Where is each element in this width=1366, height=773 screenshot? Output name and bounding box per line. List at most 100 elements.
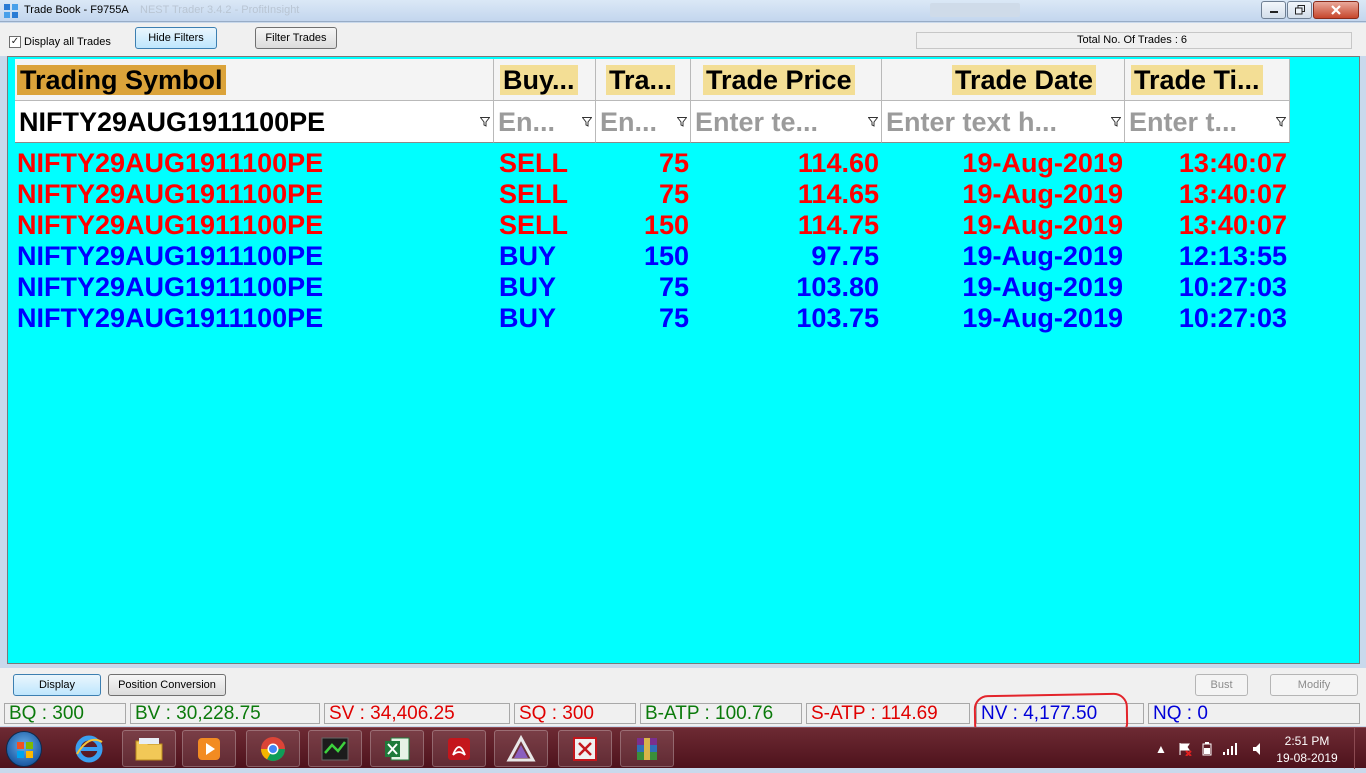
- cell-side: BUY: [499, 272, 557, 302]
- filter-buy-sell[interactable]: En...: [494, 101, 596, 143]
- taskbar: ▲ 2:51 PM 19-08-2019: [0, 727, 1366, 769]
- filter-price-placeholder[interactable]: Enter te...: [695, 107, 855, 137]
- folder-icon: [135, 737, 163, 760]
- col-header-label: Trade Ti...: [1131, 65, 1263, 95]
- filter-symbol-value[interactable]: NIFTY29AUG1911100PE: [19, 107, 474, 137]
- col-header-trade-time[interactable]: Trade Ti...: [1125, 59, 1290, 101]
- taskbar-pdf-editor[interactable]: [558, 730, 612, 767]
- cell-qty: 75: [658, 179, 689, 209]
- cell-time: 12:13:55: [1178, 241, 1287, 271]
- window-title: Trade Book - F9755A: [24, 4, 129, 16]
- col-header-label: Trade Price: [703, 65, 855, 95]
- filter-trade-price[interactable]: Enter te...: [691, 101, 882, 143]
- filter-icon[interactable]: [677, 117, 687, 127]
- cell-date: 19-Aug-2019: [962, 272, 1123, 302]
- start-button[interactable]: [6, 731, 42, 767]
- winrar-icon: [637, 737, 657, 760]
- restore-button[interactable]: [1287, 1, 1312, 19]
- cell-symbol: NIFTY29AUG1911100PE: [17, 241, 324, 271]
- clock-date[interactable]: 19-08-2019: [1270, 751, 1344, 765]
- col-header-label: Trade Date: [952, 65, 1097, 95]
- taskbar-file-explorer[interactable]: [122, 730, 176, 767]
- cell-date: 19-Aug-2019: [962, 241, 1123, 271]
- cell-time: 10:27:03: [1178, 272, 1287, 302]
- filter-trading-symbol[interactable]: NIFTY29AUG1911100PE: [15, 101, 494, 143]
- cell-price: 114.75: [797, 210, 879, 240]
- cell-time: 13:40:07: [1178, 148, 1287, 178]
- filter-icon[interactable]: [480, 117, 490, 127]
- taskbar-autodesk[interactable]: [494, 730, 548, 767]
- taskbar-excel[interactable]: [370, 730, 424, 767]
- col-header-buy-sell[interactable]: Buy...: [494, 59, 596, 101]
- position-conversion-button[interactable]: Position Conversion: [108, 674, 226, 696]
- filter-time-placeholder[interactable]: Enter t...: [1129, 107, 1263, 137]
- action-center-flag-icon[interactable]: [1178, 742, 1192, 756]
- app-icon: [4, 4, 18, 18]
- status-bar: BQ : 300 BV : 30,228.75 SV : 34,406.25 S…: [0, 702, 1366, 726]
- col-header-trade-price[interactable]: Trade Price: [691, 59, 882, 101]
- trade-grid: Trading Symbol Buy... Tra... Trade Price…: [7, 56, 1360, 664]
- filter-trade-time[interactable]: Enter t...: [1125, 101, 1290, 143]
- col-header-trading-symbol[interactable]: Trading Symbol: [15, 59, 494, 101]
- filter-icon[interactable]: [582, 117, 592, 127]
- filter-trades-button[interactable]: Filter Trades: [255, 27, 337, 49]
- col-header-label: Tra...: [606, 65, 676, 95]
- filter-icon[interactable]: [868, 117, 878, 127]
- display-all-checkbox[interactable]: ✓: [9, 36, 21, 48]
- minimize-button[interactable]: [1261, 1, 1286, 19]
- cell-price: 114.60: [797, 148, 879, 178]
- modify-button[interactable]: Modify: [1270, 674, 1358, 696]
- media-player-icon: [198, 737, 220, 760]
- cell-symbol: NIFTY29AUG1911100PE: [17, 210, 324, 240]
- status-sq: SQ : 300: [514, 703, 636, 724]
- restore-icon: [1294, 5, 1305, 15]
- cell-qty: 75: [658, 303, 689, 333]
- cell-date: 19-Aug-2019: [962, 303, 1123, 333]
- show-desktop-button[interactable]: [1354, 728, 1366, 769]
- cell-qty: 150: [643, 241, 689, 271]
- cell-symbol: NIFTY29AUG1911100PE: [17, 179, 324, 209]
- close-icon: [1331, 5, 1341, 15]
- col-header-trade-qty[interactable]: Tra...: [596, 59, 691, 101]
- show-hidden-icons-icon[interactable]: ▲: [1155, 742, 1167, 756]
- taskbar-internet-explorer[interactable]: [62, 730, 116, 767]
- filter-trade-qty[interactable]: En...: [596, 101, 691, 143]
- filter-trade-date[interactable]: Enter text h...: [882, 101, 1125, 143]
- volume-icon[interactable]: [1252, 742, 1266, 756]
- cell-qty: 75: [658, 148, 689, 178]
- power-icon[interactable]: [1200, 742, 1214, 756]
- taskbar-pdf-reader[interactable]: [432, 730, 486, 767]
- filter-icon[interactable]: [1111, 117, 1121, 127]
- display-button[interactable]: Display: [13, 674, 101, 696]
- taskbar-winrar[interactable]: [620, 730, 674, 767]
- cell-qty: 150: [643, 210, 689, 240]
- taskbar-media-player[interactable]: [182, 730, 236, 767]
- hide-filters-button[interactable]: Hide Filters: [135, 27, 217, 49]
- filter-date-placeholder[interactable]: Enter text h...: [886, 107, 1098, 137]
- clock-time[interactable]: 2:51 PM: [1277, 734, 1337, 748]
- display-all-label: Display all Trades: [24, 36, 111, 48]
- col-header-label: Buy...: [500, 65, 578, 95]
- col-header-label: Trading Symbol: [17, 65, 226, 95]
- status-satp: S-ATP : 114.69: [806, 703, 970, 724]
- cell-price: 97.75: [811, 241, 879, 271]
- filter-buysell-placeholder[interactable]: En...: [498, 107, 568, 137]
- title-bar: Trade Book - F9755A NEST Trader 3.4.2 - …: [0, 0, 1366, 22]
- filter-icon[interactable]: [1276, 117, 1286, 127]
- cell-symbol: NIFTY29AUG1911100PE: [17, 303, 324, 333]
- filter-qty-placeholder[interactable]: En...: [600, 107, 670, 137]
- status-batp: B-ATP : 100.76: [640, 703, 802, 724]
- cell-date: 19-Aug-2019: [962, 179, 1123, 209]
- total-trades-text: Total No. Of Trades : 6: [1077, 34, 1188, 46]
- cell-time: 10:27:03: [1178, 303, 1287, 333]
- background-title-block: [930, 3, 1020, 17]
- col-header-trade-date[interactable]: Trade Date: [882, 59, 1125, 101]
- bust-button[interactable]: Bust: [1195, 674, 1248, 696]
- taskbar-chrome[interactable]: [246, 730, 300, 767]
- close-button[interactable]: [1313, 1, 1359, 19]
- network-signal-icon[interactable]: [1222, 742, 1238, 756]
- bottom-button-bar: Display Position Conversion Bust Modify: [0, 668, 1366, 702]
- taskbar-trading-terminal[interactable]: [308, 730, 362, 767]
- cell-time: 13:40:07: [1178, 179, 1287, 209]
- cell-price: 103.80: [796, 272, 879, 302]
